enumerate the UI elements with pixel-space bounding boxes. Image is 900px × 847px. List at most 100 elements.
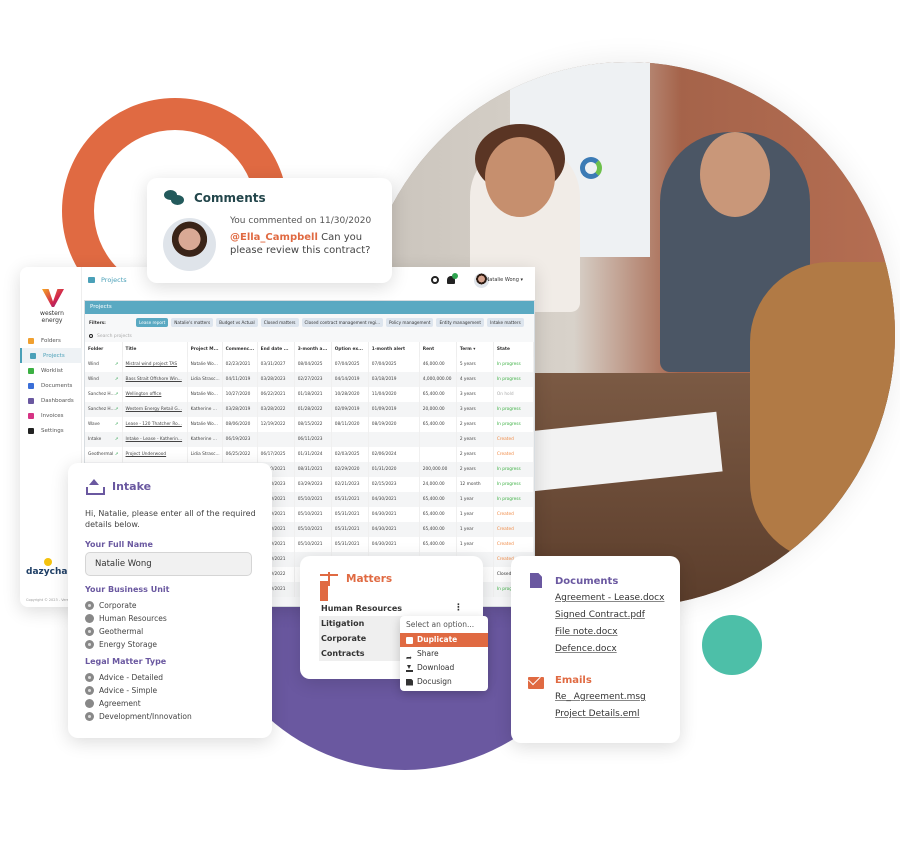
column-header[interactable]: Option ex... xyxy=(331,342,369,357)
table-cell: Wave ➚ xyxy=(85,417,123,432)
table-cell[interactable]: Intake - Lease - Katherin... xyxy=(122,432,188,447)
table-cell: 05/10/2021 xyxy=(294,492,332,507)
column-header[interactable]: State xyxy=(493,342,535,357)
radio-button[interactable] xyxy=(85,712,94,721)
matter-item[interactable]: Human Resources xyxy=(319,601,474,616)
filter-chip[interactable]: Closed contract management regi... xyxy=(301,317,384,327)
filter-chip[interactable]: Intake matters xyxy=(487,317,524,327)
search-projects[interactable]: Search projects xyxy=(85,330,534,342)
menu-item-duplicate[interactable]: Duplicate xyxy=(400,633,488,647)
radio-button[interactable] xyxy=(85,627,94,636)
document-link[interactable]: Defence.docx xyxy=(555,644,664,661)
projects-icon xyxy=(30,352,36,359)
table-cell xyxy=(331,432,369,447)
sidebar-item-settings[interactable]: Settings xyxy=(20,423,82,438)
radio-option[interactable]: Geothermal xyxy=(85,625,167,638)
radio-button[interactable] xyxy=(85,686,94,695)
document-list: Agreement - Lease.docx Signed Contract.pd… xyxy=(555,593,664,661)
radio-option[interactable]: Energy Storage xyxy=(85,638,167,651)
email-list: Re_ Agreement.msg Project Details.eml xyxy=(555,692,646,726)
filter-chip[interactable]: Natalie's matters xyxy=(171,317,214,327)
logo-text: western energy xyxy=(40,310,64,324)
radio-option[interactable]: Advice - Detailed xyxy=(85,671,192,684)
table-cell[interactable]: Lease - 120 Thatcher Ro... xyxy=(122,417,188,432)
radio-option[interactable]: Development/Innovation xyxy=(85,710,192,723)
table-row[interactable]: Wind ➚ Bass Strait Offshore Win... Lidia St… xyxy=(85,372,535,387)
column-header[interactable]: 1-month alert xyxy=(368,342,420,357)
filter-chip[interactable]: Lease report xyxy=(136,317,169,327)
comment-mention[interactable]: @Ella_Campbell xyxy=(230,232,318,243)
email-link[interactable]: Project Details.eml xyxy=(555,709,646,726)
full-name-field[interactable]: Natalie Wong xyxy=(85,552,252,576)
search-icon[interactable] xyxy=(431,276,439,284)
sidebar-item-folders[interactable]: Folders xyxy=(20,333,82,348)
column-header[interactable]: Term ▾ xyxy=(456,342,494,357)
column-header[interactable]: Commenc... xyxy=(222,342,258,357)
table-row[interactable]: Sanchez H... ➚ Western Energy Retail G... K… xyxy=(85,402,535,417)
comments-card: Comments You commented on 11/30/2020 @El… xyxy=(147,178,392,283)
filter-chip[interactable]: Closed matters xyxy=(260,317,299,327)
user-menu[interactable]: Natalie Wong ▾ xyxy=(486,277,523,283)
table-cell[interactable]: Project Underwood xyxy=(122,447,188,462)
table-cell: 65,400.00 xyxy=(419,507,457,522)
radio-option[interactable]: Agreement xyxy=(85,697,192,710)
sidebar-item-dashboards[interactable]: Dashboards xyxy=(20,393,82,408)
table-row[interactable]: Intake ➚ Intake - Lease - Katherin... Kathe… xyxy=(85,432,535,447)
column-header[interactable]: End date ... xyxy=(257,342,295,357)
table-cell[interactable]: Bass Strait Offshore Win... xyxy=(122,372,188,387)
radio-label: Human Resources xyxy=(99,614,167,623)
radio-label: Geothermal xyxy=(99,627,144,636)
table-header: Folder Title Project M... Commenc... End dat… xyxy=(85,342,535,357)
table-cell[interactable]: Wellington office xyxy=(122,387,188,402)
document-link[interactable]: File note.docx xyxy=(555,627,664,644)
column-header[interactable]: Rent xyxy=(419,342,457,357)
menu-item-share[interactable]: Share xyxy=(400,647,488,661)
table-cell: 4,000,000.00 xyxy=(419,372,457,387)
sidebar-item-label: Folders xyxy=(41,337,61,344)
briefcase-icon xyxy=(88,277,95,283)
table-cell: 3 years xyxy=(456,402,494,417)
menu-item-download[interactable]: Download xyxy=(400,661,488,675)
full-name-label: Your Full Name xyxy=(85,540,153,549)
sidebar-item-invoices[interactable]: Invoices xyxy=(20,408,82,423)
radio-button[interactable] xyxy=(85,673,94,682)
sidebar-item-documents[interactable]: Documents xyxy=(20,378,82,393)
table-cell[interactable]: Western Energy Retail G... xyxy=(122,402,188,417)
radio-button[interactable] xyxy=(85,614,94,623)
column-header[interactable]: 3-month a... xyxy=(294,342,332,357)
table-cell: 07/04/2025 xyxy=(368,357,420,372)
radio-button[interactable] xyxy=(85,640,94,649)
filter-chip[interactable]: Policy management xyxy=(386,317,434,327)
sidebar-item-projects[interactable]: Projects xyxy=(20,348,82,363)
column-header[interactable]: Project M... xyxy=(187,342,223,357)
filter-chip[interactable]: Budget vs Actual xyxy=(216,317,258,327)
radio-option[interactable]: Corporate xyxy=(85,599,167,612)
radio-button[interactable] xyxy=(85,699,94,708)
radio-button[interactable] xyxy=(85,601,94,610)
table-cell: 2 years xyxy=(456,432,494,447)
email-link[interactable]: Re_ Agreement.msg xyxy=(555,692,646,709)
filter-chip[interactable]: Entity management xyxy=(436,317,485,327)
table-row[interactable]: Geothermal ➚ Project Underwood Lidia Strasc… xyxy=(85,447,535,462)
sidebar-item-worklist[interactable]: Worklist xyxy=(20,363,82,378)
arrow-indicator-icon: ➚ xyxy=(114,452,119,457)
radio-option[interactable]: Advice - Simple xyxy=(85,684,192,697)
table-cell[interactable]: Mistral wind project TAS xyxy=(122,357,188,372)
document-link[interactable]: Signed Contract.pdf xyxy=(555,610,664,627)
table-cell: 1 year xyxy=(456,492,494,507)
document-link[interactable]: Agreement - Lease.docx xyxy=(555,593,664,610)
table-row[interactable]: Wave ➚ Lease - 120 Thatcher Ro... Natalie W… xyxy=(85,417,535,432)
table-cell: 04/11/2019 xyxy=(222,372,258,387)
table-cell: Intake ➚ xyxy=(85,432,123,447)
column-header[interactable]: Title xyxy=(122,342,188,357)
breadcrumb[interactable]: Projects xyxy=(88,276,127,284)
table-row[interactable]: Sanchez H... ➚ Wellington office Natalie Wo… xyxy=(85,387,535,402)
menu-item-docusign[interactable]: Docusign xyxy=(400,675,488,689)
radio-option[interactable]: Human Resources xyxy=(85,612,167,625)
table-cell: 03/29/2023 xyxy=(294,477,332,492)
table-cell: 10/27/2020 xyxy=(222,387,258,402)
column-header[interactable]: Folder xyxy=(85,342,123,357)
table-cell: 05/10/2021 xyxy=(294,522,332,537)
table-cell xyxy=(368,432,420,447)
table-row[interactable]: Wind ➚ Mistral wind project TAS Natalie Wo.… xyxy=(85,357,535,372)
